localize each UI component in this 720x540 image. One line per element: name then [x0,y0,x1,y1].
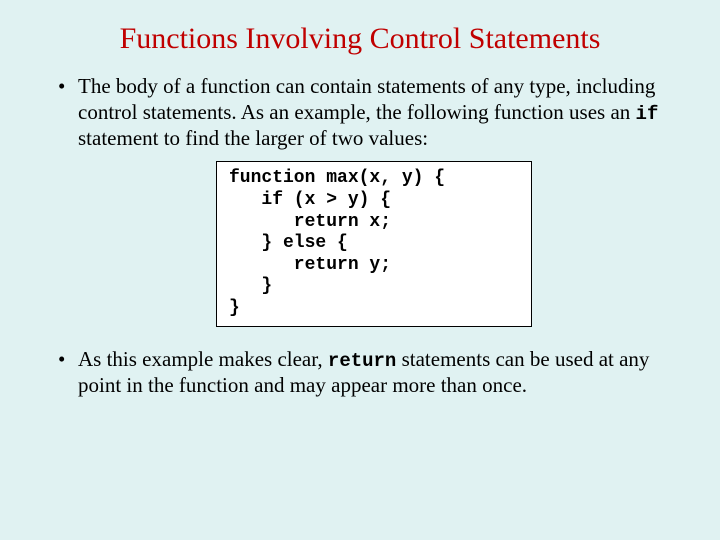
code-example: function max(x, y) { if (x > y) { return… [216,161,532,326]
slide: Functions Involving Control Statements T… [0,0,720,540]
bullet-2-code: return [328,350,396,372]
bullet-1-code: if [636,103,659,125]
bullet-2-text-a: As this example makes clear, [78,347,328,371]
bullet-1-text-a: The body of a function can contain state… [78,74,655,124]
bullet-2: As this example makes clear, return stat… [58,347,670,399]
code-box-wrap: function max(x, y) { if (x > y) { return… [78,161,670,326]
slide-title: Functions Involving Control Statements [40,22,680,56]
bullet-list: The body of a function can contain state… [40,74,680,398]
bullet-1: The body of a function can contain state… [58,74,670,327]
bullet-1-text-b: statement to find the larger of two valu… [78,126,428,150]
